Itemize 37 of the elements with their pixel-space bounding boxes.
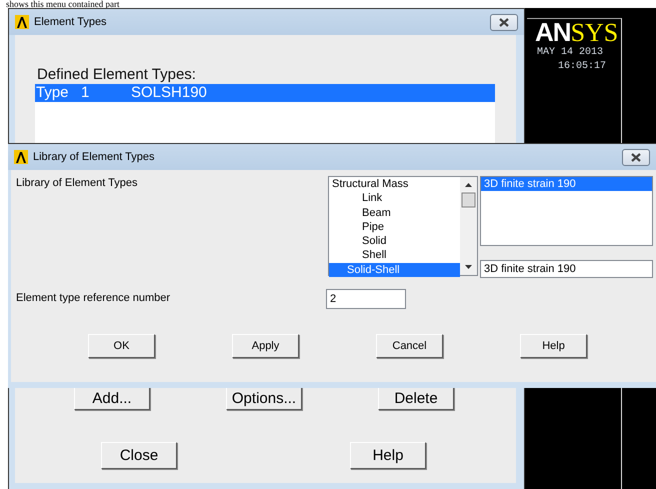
list-item[interactable]: Link [329, 191, 460, 206]
list-item[interactable]: 3D finite strain 190 [481, 177, 652, 191]
window-button[interactable]: Help [350, 442, 426, 469]
date-text: MAY 14 2013 [537, 46, 604, 60]
category-list[interactable]: Structural Mass Link Beam Pipe Solid Shell Solid-Shell [328, 176, 478, 276]
list-item[interactable]: Pipe [329, 220, 460, 234]
list-item[interactable]: Solid [329, 234, 460, 248]
close-button[interactable] [622, 148, 650, 166]
list-item[interactable]: Shell [329, 248, 460, 263]
close-icon [499, 18, 509, 26]
window-button[interactable]: Close [101, 442, 177, 469]
app-icon [15, 15, 29, 29]
window-button[interactable]: Add... [74, 386, 150, 410]
dialog-button[interactable]: Cancel [376, 334, 443, 358]
time-text: 16:05:17 [558, 60, 606, 74]
list-label: Defined Element Types: [37, 66, 197, 83]
close-icon [631, 152, 641, 162]
logo: ANSYS [535, 19, 618, 46]
list-item[interactable]: Solid-Shell [329, 262, 460, 278]
list-item[interactable]: Type 1 SOLSH190 [35, 84, 495, 102]
dialog-button[interactable]: Help [520, 334, 587, 358]
dialog-button[interactable]: OK [88, 334, 155, 358]
app-icon [14, 150, 28, 164]
document-text: shows this menu contained part [5, 0, 120, 9]
window-button[interactable]: Delete [378, 386, 454, 410]
close-button[interactable] [490, 14, 518, 30]
window-title: Element Types [34, 16, 108, 28]
scrollbar[interactable] [460, 177, 477, 275]
dialog-title: Library of Element Types [33, 151, 156, 163]
window-button[interactable]: Options... [226, 386, 302, 410]
dialog-button[interactable]: Apply [232, 334, 299, 358]
list-item[interactable]: Beam [329, 206, 460, 220]
list-item[interactable]: Structural Mass [329, 177, 460, 192]
field-label: Element type reference number [15, 291, 172, 306]
reference-number-field[interactable]: 2 [326, 289, 406, 309]
element-field[interactable]: 3D finite strain 190 [480, 260, 653, 278]
field-label: Library of Element Types [15, 176, 138, 191]
